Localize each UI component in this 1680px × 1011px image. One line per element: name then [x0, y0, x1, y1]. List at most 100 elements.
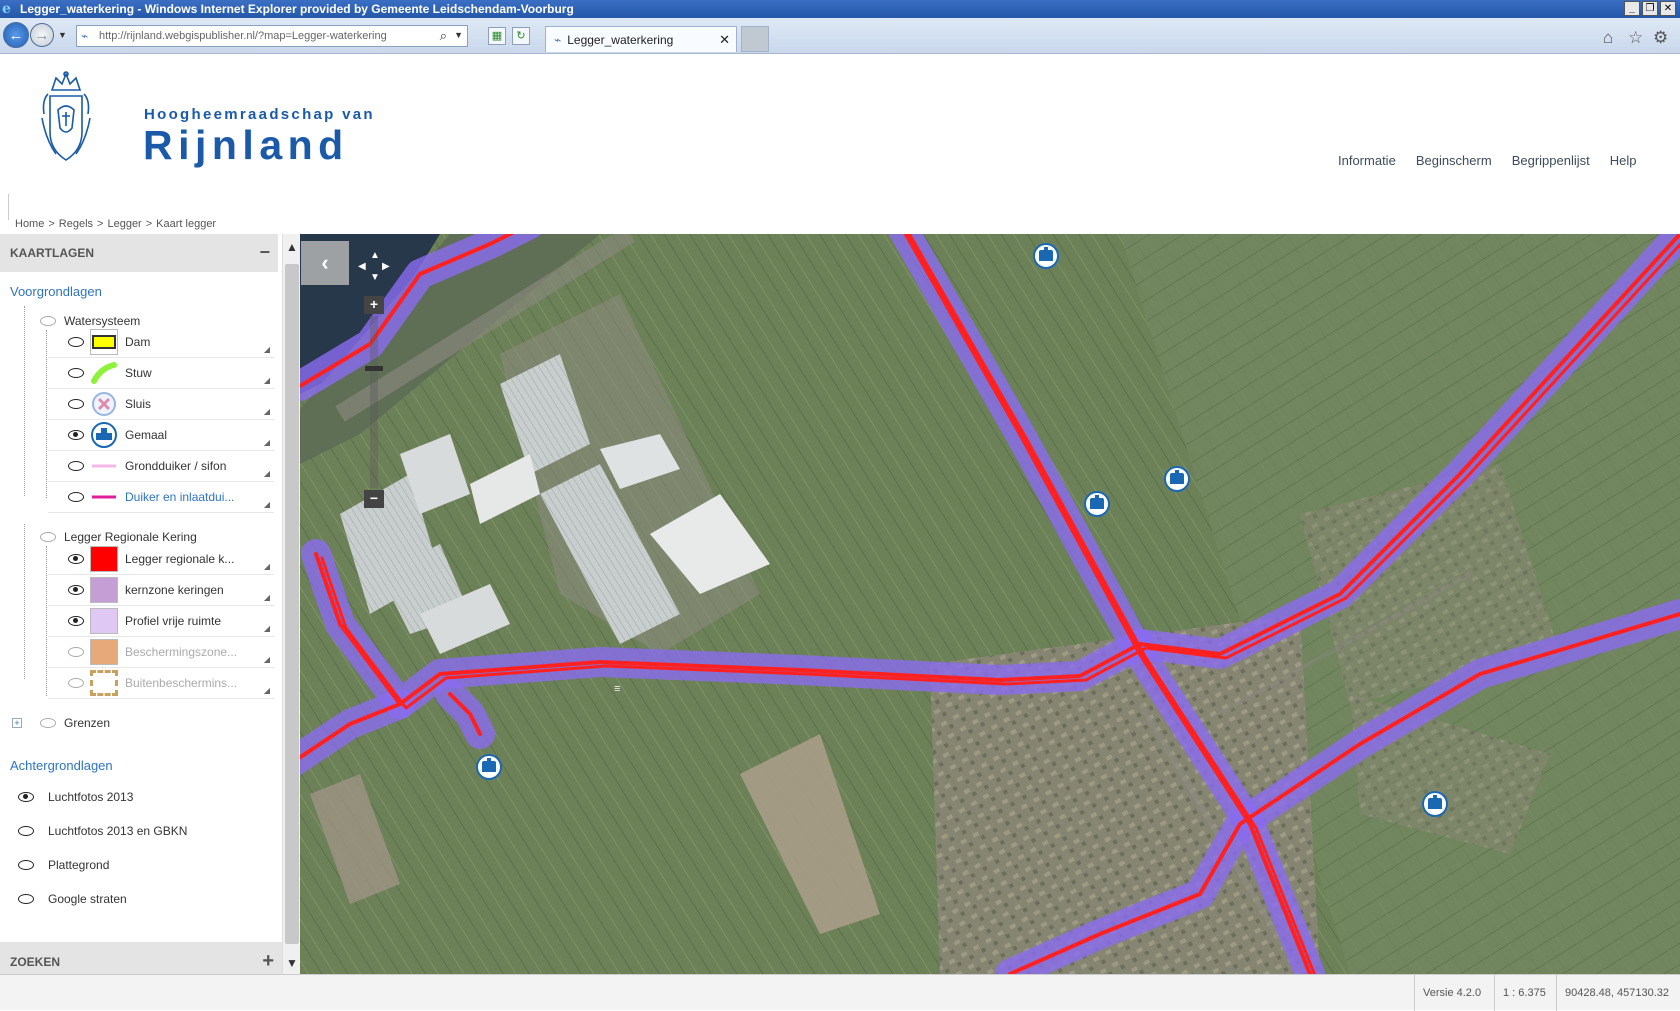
layer-stuw[interactable]: Stuw ◢ [48, 358, 274, 389]
kaartlagen-header[interactable]: KAARTLAGEN − [0, 234, 278, 272]
voorgrondlagen-title[interactable]: Voorgrondlagen [10, 284, 102, 299]
visibility-eye-icon[interactable] [68, 461, 84, 471]
gear-icon[interactable]: ⚙ [1653, 28, 1668, 48]
zoom-in-button[interactable]: + [364, 296, 384, 314]
visibility-eye-icon[interactable] [68, 678, 84, 688]
nav-help[interactable]: Help [1610, 153, 1637, 168]
radio-eye-icon[interactable] [18, 894, 34, 904]
layer-duiker[interactable]: Duiker en inlaatdui... ◢ [48, 482, 274, 513]
radio-eye-icon[interactable] [18, 860, 34, 870]
breadcrumb-home[interactable]: Home [15, 218, 44, 230]
layer-grondduiker[interactable]: Grondduiker / sifon ◢ [48, 451, 274, 482]
group-grenzen[interactable]: Grenzen [40, 712, 110, 734]
layer-profiel-vrije-ruimte[interactable]: Profiel vrije ruimte ◢ [48, 606, 274, 637]
layer-sluis[interactable]: Sluis ◢ [48, 389, 274, 420]
address-bar[interactable]: ⌁ http://rijnland.webgispublisher.nl/?ma… [76, 25, 468, 47]
minimize-button[interactable]: _ [1624, 1, 1640, 16]
scroll-down-icon[interactable]: ▼ [286, 956, 298, 970]
layer-gemaal[interactable]: Gemaal ◢ [48, 420, 274, 451]
nav-begrippenlijst[interactable]: Begrippenlijst [1512, 153, 1590, 168]
brand-title[interactable]: Rijnland [143, 122, 349, 169]
radio-eye-icon[interactable] [18, 826, 34, 836]
visibility-eye-icon[interactable] [68, 399, 84, 409]
tab-close-icon[interactable]: ✕ [719, 32, 730, 48]
radio-eye-icon[interactable] [18, 792, 34, 802]
scroll-up-icon[interactable]: ▲ [286, 240, 298, 254]
pan-right-icon[interactable]: ▶ [382, 261, 390, 272]
visibility-eye-icon[interactable] [40, 316, 56, 326]
zoom-out-button[interactable]: − [364, 490, 384, 508]
visibility-eye-icon[interactable] [68, 554, 84, 564]
background-luchtfotos-gbkn[interactable]: Luchtfotos 2013 en GBKN [18, 820, 187, 842]
back-button[interactable]: ← [3, 22, 29, 48]
background-plattegrond[interactable]: Plattegrond [18, 854, 109, 876]
layer-dam[interactable]: Dam ◢ [48, 327, 274, 358]
visibility-eye-icon[interactable] [68, 647, 84, 657]
visibility-eye-icon[interactable] [40, 532, 56, 542]
layer-beschermingszone[interactable]: Beschermingszone... ◢ [48, 637, 274, 668]
close-window-button[interactable]: ✕ [1660, 1, 1676, 16]
home-icon[interactable]: ⌂ [1603, 28, 1613, 48]
layer-options-icon[interactable]: ◢ [264, 500, 270, 509]
expand-search-icon[interactable]: + [262, 950, 274, 973]
map-view[interactable] [300, 234, 1680, 974]
pan-control[interactable]: ▲ ◀ ▶ ▼ [358, 250, 390, 283]
visibility-eye-icon[interactable] [68, 337, 84, 347]
visibility-eye-icon[interactable] [40, 718, 56, 728]
gemaal-marker-icon[interactable] [476, 754, 502, 780]
layer-options-icon[interactable]: ◢ [264, 438, 270, 447]
scrollbar-thumb[interactable] [285, 264, 299, 944]
visibility-eye-icon[interactable] [68, 585, 84, 595]
layer-options-icon[interactable]: ◢ [264, 655, 270, 664]
history-dropdown-icon[interactable]: ▼ [58, 30, 67, 40]
zoom-slider-handle[interactable] [365, 366, 383, 371]
collapse-panel-icon[interactable]: − [259, 242, 270, 263]
layer-options-icon[interactable]: ◢ [264, 345, 270, 354]
address-dropdown-icon[interactable]: ▼ [454, 30, 463, 40]
nav-beginscherm[interactable]: Beginscherm [1416, 153, 1492, 168]
background-luchtfotos-2013[interactable]: Luchtfotos 2013 [18, 786, 133, 808]
achtergrondlagen-title[interactable]: Achtergrondlagen [10, 758, 113, 773]
gemaal-marker-icon[interactable] [1164, 466, 1190, 492]
map-drag-handle-icon[interactable]: ≡ [614, 683, 620, 695]
layer-options-icon[interactable]: ◢ [264, 469, 270, 478]
search-icon[interactable]: ⌕ [440, 28, 447, 44]
pan-left-icon[interactable]: ◀ [358, 261, 366, 272]
layer-legger-regionale-kering[interactable]: Legger regionale k... ◢ [48, 544, 274, 575]
favorites-star-icon[interactable]: ☆ [1628, 28, 1643, 48]
layer-options-icon[interactable]: ◢ [264, 376, 270, 385]
layer-options-icon[interactable]: ◢ [264, 407, 270, 416]
nav-informatie[interactable]: Informatie [1338, 153, 1396, 168]
aerial-map[interactable] [300, 234, 1680, 974]
layer-buitenbeschermingszone[interactable]: Buitenbeschermins... ◢ [48, 668, 274, 699]
visibility-eye-icon[interactable] [68, 368, 84, 378]
layer-options-icon[interactable]: ◢ [264, 624, 270, 633]
compatibility-view-icon[interactable]: ▦ [488, 27, 506, 45]
tab-legger-waterkering[interactable]: ⌁ Legger_waterkering ✕ [545, 26, 737, 52]
breadcrumb-regels[interactable]: Regels [59, 218, 93, 230]
visibility-eye-icon[interactable] [68, 492, 84, 502]
new-tab-button[interactable] [741, 26, 769, 52]
panel-scrollbar[interactable]: ▲ ▼ [282, 234, 300, 974]
maximize-button[interactable]: ❐ [1642, 1, 1658, 16]
zoom-track[interactable] [370, 316, 378, 488]
rijnland-crest-logo[interactable] [38, 70, 94, 168]
zoom-control[interactable]: + − [364, 296, 384, 508]
gemaal-marker-icon[interactable] [1033, 243, 1059, 269]
expand-grenzen-icon[interactable]: + [12, 718, 22, 728]
pan-up-icon[interactable]: ▲ [370, 250, 380, 261]
layer-kernzone-keringen[interactable]: kernzone keringen ◢ [48, 575, 274, 606]
address-url[interactable]: http://rijnland.webgispublisher.nl/?map=… [99, 30, 387, 42]
gemaal-marker-icon[interactable] [1422, 791, 1448, 817]
breadcrumb-legger[interactable]: Legger [107, 218, 141, 230]
visibility-eye-icon[interactable] [68, 616, 84, 626]
forward-button[interactable]: → [30, 23, 54, 47]
layer-options-icon[interactable]: ◢ [264, 562, 270, 571]
pan-down-icon[interactable]: ▼ [370, 272, 380, 283]
refresh-icon[interactable]: ↻ [512, 27, 530, 45]
background-google-straten[interactable]: Google straten [18, 888, 127, 910]
visibility-eye-icon[interactable] [68, 430, 84, 440]
collapse-panel-toggle[interactable]: ‹ [301, 241, 349, 285]
layer-options-icon[interactable]: ◢ [264, 686, 270, 695]
layer-options-icon[interactable]: ◢ [264, 593, 270, 602]
